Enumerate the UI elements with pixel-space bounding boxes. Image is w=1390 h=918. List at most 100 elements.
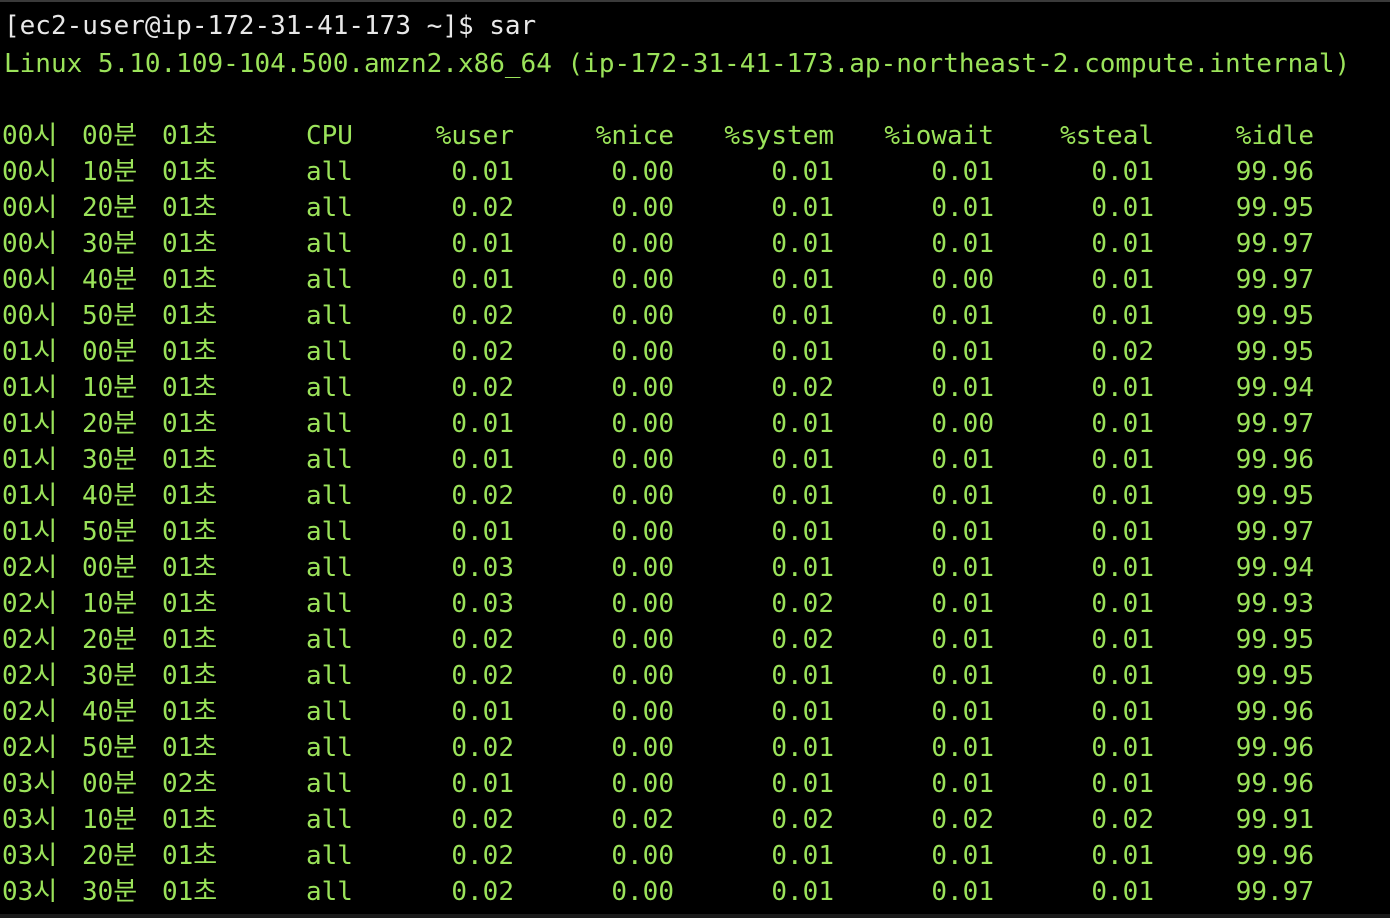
row-cpu: all: [306, 481, 353, 511]
row-user: 0.02: [451, 805, 514, 835]
row-second: 01초: [162, 409, 218, 439]
row-second: 01초: [162, 373, 218, 403]
row-iowait: 0.01: [931, 769, 994, 799]
row-second: 01초: [162, 265, 218, 295]
row-idle: 99.96: [1235, 733, 1314, 763]
row-steal: 0.01: [1091, 517, 1154, 547]
row-system: 0.01: [771, 157, 834, 187]
row-nice: 0.00: [611, 301, 674, 331]
row-minute: 20분: [82, 193, 138, 223]
row-steal: 0.01: [1091, 301, 1154, 331]
row-minute: 40분: [82, 265, 138, 295]
row-iowait: 0.02: [931, 805, 994, 835]
row-nice: 0.00: [611, 769, 674, 799]
row-user: 0.02: [451, 625, 514, 655]
row-minute: 10분: [82, 589, 138, 619]
row-system: 0.01: [771, 553, 834, 583]
row-user: 0.01: [451, 697, 514, 727]
table-row: 03시 10분 01초 all 0.02 0.02 0.02 0.02 0.02 99.91: [0, 802, 1390, 838]
row-second: 01초: [162, 517, 218, 547]
row-iowait: 0.01: [931, 733, 994, 763]
row-system: 0.01: [771, 265, 834, 295]
row-second: 01초: [162, 157, 218, 187]
row-iowait: 0.01: [931, 697, 994, 727]
row-user: 0.03: [451, 589, 514, 619]
command-prompt-line: [ec2-user@ip-172-31-41-173 ~]$ sar: [4, 11, 537, 41]
row-steal: 0.01: [1091, 157, 1154, 187]
row-idle: 99.97: [1235, 517, 1314, 547]
row-user: 0.01: [451, 517, 514, 547]
row-system: 0.01: [771, 229, 834, 259]
row-idle: 99.97: [1235, 265, 1314, 295]
table-row: 01시 50분 01초 all 0.01 0.00 0.01 0.01 0.01 99.97: [0, 514, 1390, 550]
row-system: 0.01: [771, 409, 834, 439]
row-nice: 0.00: [611, 841, 674, 871]
header-system: %system: [724, 121, 834, 151]
table-row: 01시 00분 01초 all 0.02 0.00 0.01 0.01 0.02 99.95: [0, 334, 1390, 370]
row-nice: 0.00: [611, 409, 674, 439]
row-user: 0.01: [451, 445, 514, 475]
terminal-window[interactable]: [ec2-user@ip-172-31-41-173 ~]$ sar Linux…: [0, 0, 1390, 918]
row-hour: 02시: [2, 661, 58, 691]
row-cpu: all: [306, 805, 353, 835]
row-system: 0.01: [771, 877, 834, 907]
row-hour: 01시: [2, 373, 58, 403]
row-steal: 0.01: [1091, 481, 1154, 511]
row-iowait: 0.01: [931, 553, 994, 583]
window-bottom-edge: [0, 914, 1390, 918]
row-second: 01초: [162, 733, 218, 763]
system-info-line: Linux 5.10.109-104.500.amzn2.x86_64 (ip-…: [4, 49, 1351, 79]
header-second: 01초: [162, 121, 218, 151]
row-user: 0.01: [451, 769, 514, 799]
row-minute: 10분: [82, 373, 138, 403]
row-steal: 0.01: [1091, 265, 1154, 295]
row-cpu: all: [306, 157, 353, 187]
row-second: 01초: [162, 697, 218, 727]
row-system: 0.01: [771, 697, 834, 727]
row-steal: 0.01: [1091, 769, 1154, 799]
row-iowait: 0.01: [931, 229, 994, 259]
row-hour: 01시: [2, 337, 58, 367]
row-nice: 0.00: [611, 193, 674, 223]
row-cpu: all: [306, 877, 353, 907]
row-hour: 02시: [2, 589, 58, 619]
row-hour: 03시: [2, 841, 58, 871]
row-minute: 00분: [82, 553, 138, 583]
header-minute: 00분: [82, 121, 138, 151]
table-row: 02시 50분 01초 all 0.02 0.00 0.01 0.01 0.01 99.96: [0, 730, 1390, 766]
row-system: 0.01: [771, 661, 834, 691]
row-second: 01초: [162, 481, 218, 511]
row-iowait: 0.01: [931, 193, 994, 223]
row-user: 0.01: [451, 409, 514, 439]
row-hour: 01시: [2, 409, 58, 439]
row-system: 0.02: [771, 805, 834, 835]
row-idle: 99.94: [1235, 373, 1314, 403]
table-row: 01시 20분 01초 all 0.01 0.00 0.01 0.00 0.01 99.97: [0, 406, 1390, 442]
row-iowait: 0.01: [931, 481, 994, 511]
row-second: 01초: [162, 229, 218, 259]
table-row: 00시 20분 01초 all 0.02 0.00 0.01 0.01 0.01 99.95: [0, 190, 1390, 226]
row-cpu: all: [306, 733, 353, 763]
row-steal: 0.01: [1091, 229, 1154, 259]
row-hour: 00시: [2, 265, 58, 295]
row-iowait: 0.00: [931, 265, 994, 295]
row-minute: 20분: [82, 841, 138, 871]
row-hour: 01시: [2, 445, 58, 475]
row-nice: 0.00: [611, 553, 674, 583]
row-cpu: all: [306, 661, 353, 691]
row-nice: 0.00: [611, 229, 674, 259]
row-system: 0.01: [771, 481, 834, 511]
row-iowait: 0.01: [931, 445, 994, 475]
row-hour: 02시: [2, 697, 58, 727]
row-system: 0.02: [771, 625, 834, 655]
row-hour: 03시: [2, 805, 58, 835]
row-hour: 02시: [2, 733, 58, 763]
row-user: 0.02: [451, 841, 514, 871]
row-idle: 99.95: [1235, 301, 1314, 331]
row-idle: 99.95: [1235, 193, 1314, 223]
row-iowait: 0.01: [931, 157, 994, 187]
header-user: %user: [435, 121, 514, 151]
row-minute: 20분: [82, 409, 138, 439]
row-cpu: all: [306, 229, 353, 259]
row-steal: 0.01: [1091, 589, 1154, 619]
